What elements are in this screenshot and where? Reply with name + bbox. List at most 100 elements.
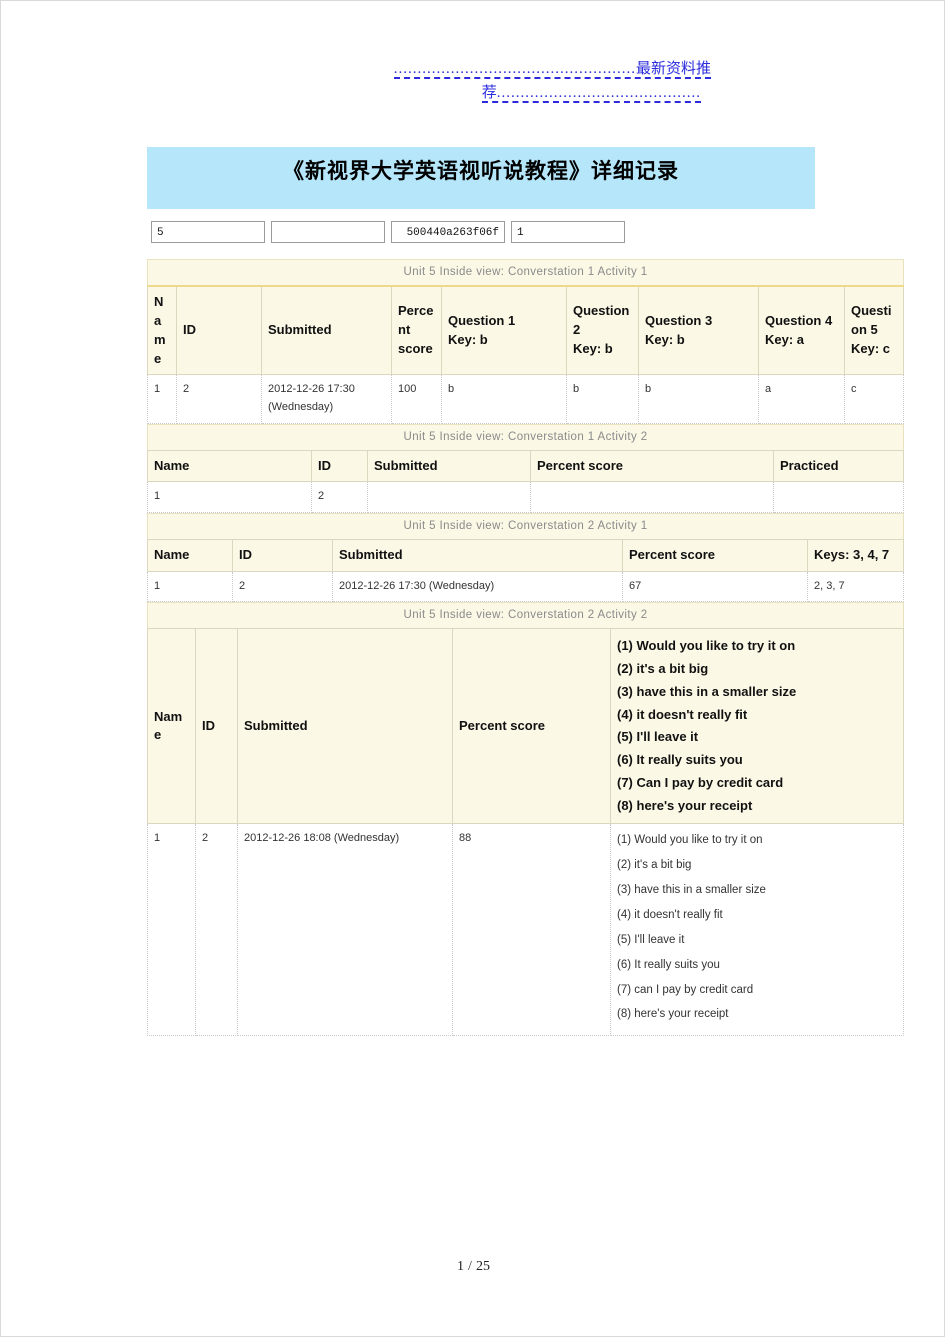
header-text-right: 荐 <box>481 85 497 101</box>
cell-id: 2 <box>311 481 368 513</box>
table-row: 1 2 2012-12-26 17:30 (Wednesday) 100 b b… <box>147 374 904 424</box>
activity-table-2: Unit 5 Inside view: Converstation 1 Acti… <box>147 423 904 513</box>
cell-id: 2 <box>232 570 333 603</box>
answer-phrase-3: (3) have this in a smaller size <box>617 884 766 897</box>
question-1-key: Key: b <box>448 331 488 347</box>
cell-percent-score: 67 <box>622 570 808 603</box>
col-header-percent-score: Percent score <box>391 285 442 376</box>
activity-table-1: Unit 5 Inside view: Converstation 1 Acti… <box>147 259 904 424</box>
table-header-row: Name ID Submitted Percent score Practice… <box>147 449 904 483</box>
col-header-submitted: Submitted <box>237 628 453 825</box>
question-1-title: Question 1 <box>448 312 516 328</box>
answer-phrase-4: (4) it doesn't really fit <box>617 908 723 921</box>
title-banner: 《新视界大学英语视听说教程》详细记录 <box>147 147 815 209</box>
key-phrase-2: (2) it's a bit big <box>617 661 709 677</box>
running-header: ........................................… <box>256 57 711 105</box>
cell-submitted: 2012-12-26 18:08 (Wednesday) <box>237 823 453 1037</box>
cell-id: 2 <box>176 374 262 424</box>
question-3-title: Question 3 <box>645 312 713 328</box>
input-field-4[interactable]: 1 <box>511 221 625 243</box>
col-header-submitted: Submitted <box>261 285 392 376</box>
col-header-percent-score: Percent score <box>530 449 774 483</box>
col-header-question-4: Question 4 Key: a <box>758 285 845 376</box>
field-row: 5 500440a263f06f 1 <box>151 221 625 243</box>
key-phrase-4: (4) it doesn't really fit <box>617 706 748 722</box>
col-header-id: ID <box>195 628 238 825</box>
question-5-key: Key: c <box>851 341 891 357</box>
key-phrase-3: (3) have this in a smaller size <box>617 683 797 699</box>
key-phrase-1: (1) Would you like to try it on <box>617 638 796 654</box>
records-container: Unit 5 Inside view: Converstation 1 Acti… <box>147 259 904 1037</box>
running-header-line-2: 荐.......................................… <box>256 81 711 105</box>
col-header-name: Name <box>147 539 233 572</box>
header-dots-right: ........................................… <box>496 85 701 101</box>
page-footer: 1/25 <box>1 1259 944 1275</box>
col-header-keys: Keys: 3, 4, 7 <box>807 539 904 572</box>
answer-phrase-6: (6) It really suits you <box>617 958 720 971</box>
answer-phrase-7: (7) can I pay by credit card <box>617 983 754 996</box>
table-caption-3: Unit 5 Inside view: Converstation 2 Acti… <box>147 513 904 539</box>
question-4-key: Key: a <box>765 331 805 347</box>
cell-name: 1 <box>147 481 312 513</box>
cell-answer-3: b <box>638 374 759 424</box>
activity-table-4: Unit 5 Inside view: Converstation 2 Acti… <box>147 602 904 1037</box>
page-title: 《新视界大学英语视听说教程》详细记录 <box>283 159 679 183</box>
footer-total-pages: 25 <box>475 1259 490 1274</box>
table-caption-4: Unit 5 Inside view: Converstation 2 Acti… <box>147 602 904 629</box>
question-5-title: Question 5 <box>851 303 892 338</box>
table-header-row: Name ID Submitted Percent score (1) Woul… <box>147 628 904 825</box>
table-caption-2: Unit 5 Inside view: Converstation 1 Acti… <box>147 423 904 450</box>
key-phrase-8: (8) here's your receipt <box>617 797 753 813</box>
col-header-name: Name <box>147 449 312 483</box>
cell-answer-4: a <box>758 374 845 424</box>
cell-name: 1 <box>147 374 177 424</box>
col-header-id: ID <box>232 539 333 572</box>
col-header-question-2: Question 2 Key: b <box>566 285 639 376</box>
col-header-percent-score: Percent score <box>452 628 611 825</box>
key-phrase-5: (5) I'll leave it <box>617 729 699 745</box>
header-text-left: 最新资料推 <box>635 61 711 77</box>
table-header-row: Name ID Submitted Percent score Keys: 3,… <box>147 539 904 572</box>
question-3-key: Key: b <box>645 331 685 347</box>
cell-submitted: 2012-12-26 17:30 (Wednesday) <box>332 570 623 603</box>
input-field-3[interactable]: 500440a263f06f <box>391 221 505 243</box>
col-header-percent-score: Percent score <box>622 539 808 572</box>
footer-current-page: 1 <box>457 1259 465 1274</box>
cell-name: 1 <box>147 823 196 1037</box>
question-2-key: Key: b <box>573 341 613 357</box>
answer-phrase-2: (2) it's a bit big <box>617 859 692 872</box>
input-field-2[interactable] <box>271 221 385 243</box>
header-dots-left: ........................................… <box>393 61 636 77</box>
cell-answer-2: b <box>566 374 639 424</box>
col-header-name: Name <box>147 628 196 825</box>
cell-keys: 2, 3, 7 <box>807 570 904 603</box>
answer-phrase-5: (5) I'll leave it <box>617 933 685 946</box>
key-phrase-6: (6) It really suits you <box>617 752 743 768</box>
cell-id: 2 <box>195 823 238 1037</box>
col-header-submitted: Submitted <box>367 449 531 483</box>
col-header-key-phrases: (1) Would you like to try it on (2) it's… <box>610 628 904 825</box>
key-phrase-7: (7) Can I pay by credit card <box>617 774 784 790</box>
table-row: 1 2 <box>147 481 904 513</box>
col-header-question-5: Question 5 Key: c <box>844 285 904 376</box>
col-header-practiced: Practiced <box>773 449 904 483</box>
table-caption-1: Unit 5 Inside view: Converstation 1 Acti… <box>147 259 904 285</box>
cell-answer-5: c <box>844 374 904 424</box>
cell-name: 1 <box>147 570 233 603</box>
cell-percent-score: 100 <box>391 374 442 424</box>
table-row: 1 2 2012-12-26 17:30 (Wednesday) 67 2, 3… <box>147 570 904 603</box>
cell-submitted <box>367 481 531 513</box>
table-header-row: Name ID Submitted Percent score Question… <box>147 285 904 376</box>
cell-answer-1: b <box>441 374 567 424</box>
input-field-1[interactable]: 5 <box>151 221 265 243</box>
col-header-submitted: Submitted <box>332 539 623 572</box>
cell-practiced <box>773 481 904 513</box>
document-page: ........................................… <box>0 0 945 1337</box>
answer-phrase-list: (1) Would you like to try it on (2) it's… <box>617 830 897 1026</box>
col-header-id: ID <box>311 449 368 483</box>
table-row: 1 2 2012-12-26 18:08 (Wednesday) 88 (1) … <box>147 823 904 1037</box>
cell-submitted: 2012-12-26 17:30 (Wednesday) <box>261 374 392 424</box>
col-header-question-1: Question 1 Key: b <box>441 285 567 376</box>
answer-phrase-8: (8) here's your receipt <box>617 1008 729 1021</box>
activity-table-3: Unit 5 Inside view: Converstation 2 Acti… <box>147 513 904 603</box>
